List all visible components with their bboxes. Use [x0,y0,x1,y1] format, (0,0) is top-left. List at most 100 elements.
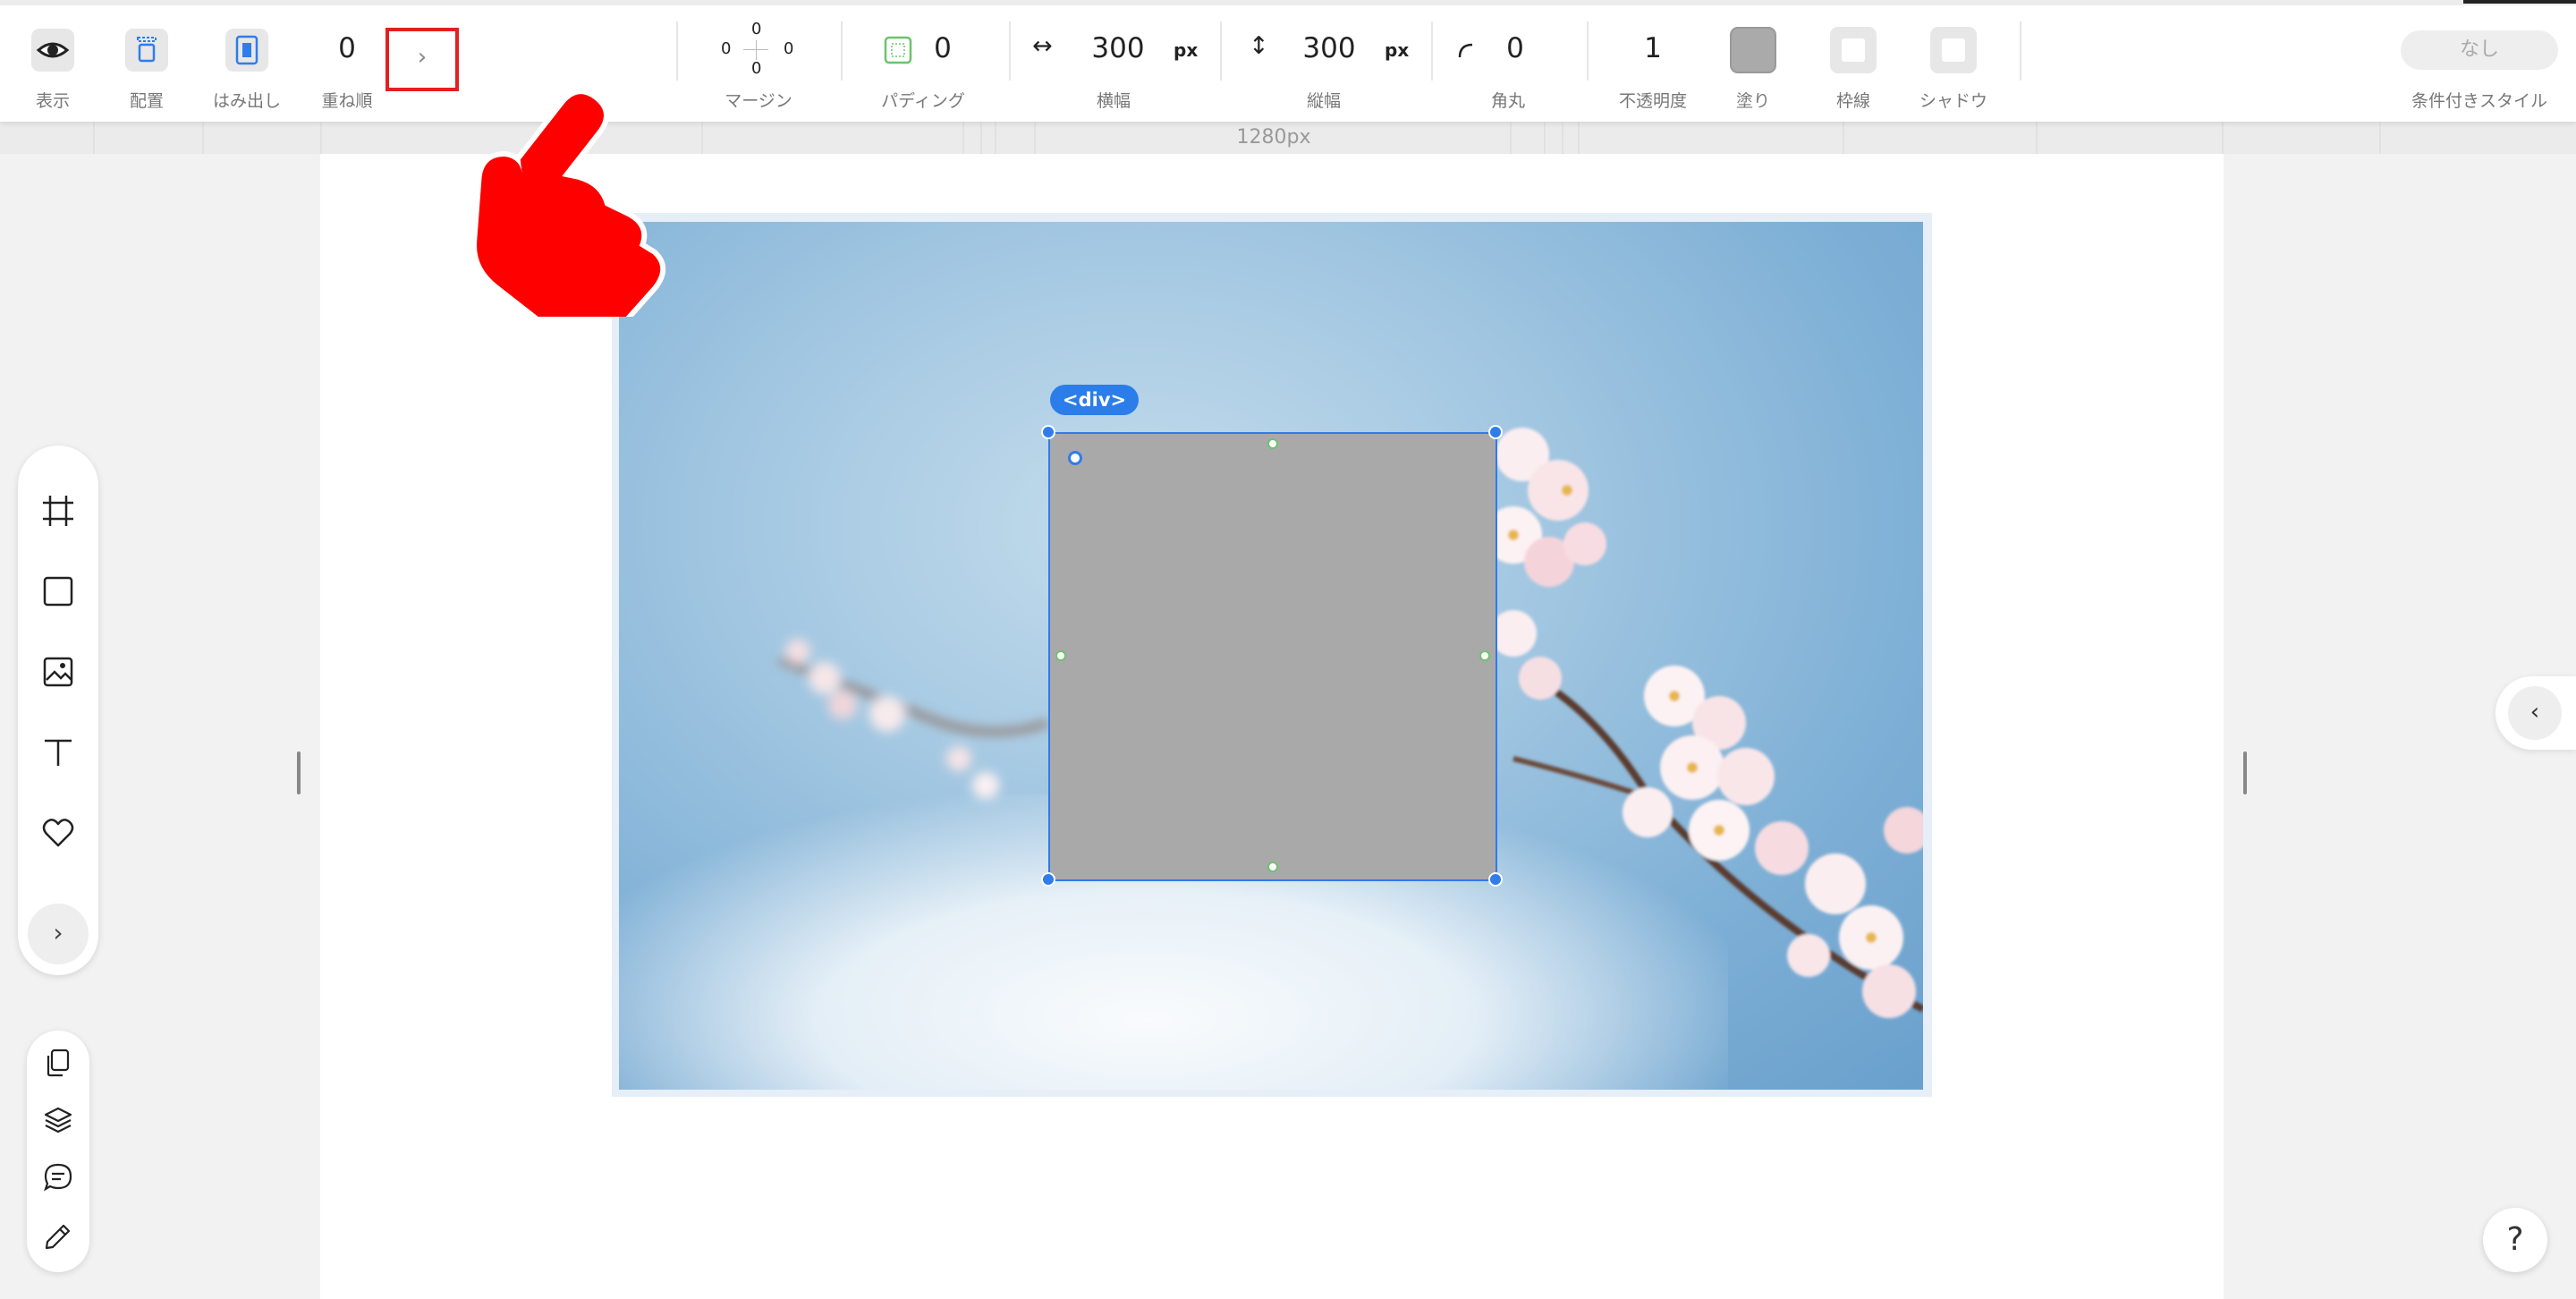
padding-icon [884,36,912,64]
ruler-tick [962,122,964,154]
ruler-tick [1034,122,1036,154]
left-resize-handle[interactable] [297,751,301,794]
border-swatch-inner [1842,38,1865,62]
resize-handle-top-right[interactable] [1488,425,1503,439]
heart-icon[interactable] [39,814,77,852]
border-swatch[interactable] [1830,27,1877,73]
selected-div-element[interactable] [1048,432,1497,881]
ruler-tick [1562,122,1563,154]
chevron-right-icon: › [417,44,428,71]
toolbar-separator [1431,21,1433,81]
conditional-style-select[interactable]: なし [2401,30,2558,70]
padding-handle-bottom[interactable] [1267,862,1278,872]
display-toggle-button[interactable] [31,29,74,72]
overflow-button[interactable] [225,29,268,72]
window-indicator [2463,0,2576,4]
layers-icon[interactable] [42,1104,74,1136]
corner-radius-handle[interactable] [1068,451,1082,465]
resize-handle-bottom-right[interactable] [1488,872,1503,887]
copy-icon[interactable] [42,1047,74,1079]
opacity-value[interactable]: 1 [1644,32,1662,64]
padding-handle-left[interactable] [1055,650,1066,661]
shadow-label: シャドウ [1919,91,1988,111]
resize-handle-bottom-left[interactable] [1041,872,1055,887]
ruler-tick [1510,122,1512,154]
pencil-icon[interactable] [42,1220,74,1252]
display-label: 表示 [35,91,71,111]
fill-swatch[interactable] [1730,27,1776,73]
ruler-tick [2379,122,2381,154]
ruler-tick [980,122,982,154]
width-label: 横幅 [1096,91,1131,111]
vertical-arrow-icon: ↕ [1249,32,1269,60]
padding-handle-top[interactable] [1267,438,1278,449]
padding-label: パディング [881,91,965,111]
toolbar-separator [1220,21,1222,81]
right-panel-toggle[interactable]: ‹ [2496,676,2576,750]
border-label: 枠線 [1835,91,1871,111]
radius-value[interactable]: 0 [1506,32,1524,64]
image-icon[interactable] [39,653,77,691]
comment-icon[interactable] [42,1161,74,1193]
margin-control[interactable]: 0 0 0 0 [716,16,801,84]
ruler-tick [1544,122,1546,154]
ruler-width-label: 1280px [1236,126,1311,149]
ruler-tick [1843,122,1844,154]
ruler-tick [1578,122,1580,154]
selected-element-tag[interactable]: <div> [1050,385,1140,415]
top-toolbar: 表示 配置 はみ出し 0 重ね順 › 0 0 0 0 マージン 0 パディング [0,0,2576,122]
pointing-hand-icon [471,93,666,317]
conditional-style-label: 条件付きスタイル [2411,91,2548,111]
help-button[interactable]: ? [2483,1208,2547,1272]
toolbar-separator [1009,21,1011,81]
frame-icon[interactable] [39,492,77,530]
placement-icon [137,37,157,63]
resize-handle-top-left[interactable] [1041,425,1055,439]
toolbar-separator [676,21,678,81]
corner-radius-icon [1458,43,1473,58]
tool-palette: › [18,446,98,975]
margin-top-value[interactable]: 0 [751,20,761,38]
padding-value[interactable]: 0 [934,32,952,64]
rectangle-icon[interactable] [39,573,77,610]
margin-right-value[interactable]: 0 [784,39,793,58]
toolbar-top-border [0,0,2576,5]
placement-button[interactable] [125,29,168,72]
ruler-tick [995,122,996,154]
margin-label: マージン [724,91,792,111]
toolbar-separator [1587,21,1589,81]
overflow-label: はみ出し [212,91,282,111]
ruler-tick [93,122,95,154]
chevron-left-icon[interactable]: ‹ [2508,686,2562,740]
ruler: 1280px [0,122,2576,154]
height-value[interactable]: 300 [1302,32,1355,64]
horizontal-arrow-icon: ↔ [1032,32,1053,60]
zorder-next-button[interactable]: › [386,28,459,91]
text-icon[interactable] [39,734,77,771]
ruler-tick [320,122,322,154]
expand-tools-button[interactable]: › [28,904,89,964]
ruler-tick [701,122,703,154]
toolbar-separator [2020,21,2021,81]
padding-handle-right[interactable] [1479,650,1490,661]
ruler-tick [2036,122,2038,154]
width-unit[interactable]: px [1174,39,1198,61]
height-unit[interactable]: px [1385,39,1409,61]
placement-label: 配置 [129,91,165,111]
ruler-tick [2222,122,2224,154]
overflow-icon [235,35,258,65]
margin-bottom-value[interactable]: 0 [751,59,761,78]
eye-icon [36,42,70,58]
margin-left-value[interactable]: 0 [721,39,731,58]
panel-palette [27,1031,89,1272]
zorder-value[interactable]: 0 [338,32,356,64]
ruler-tick [202,122,204,154]
zorder-label: 重ね順 [321,91,373,111]
radius-label: 角丸 [1490,91,1526,111]
opacity-label: 不透明度 [1618,91,1688,111]
shadow-swatch[interactable] [1930,27,1977,73]
margin-crosshair [756,40,757,60]
width-value[interactable]: 300 [1091,32,1144,64]
height-label: 縦幅 [1306,91,1342,111]
right-resize-handle[interactable] [2243,751,2247,794]
